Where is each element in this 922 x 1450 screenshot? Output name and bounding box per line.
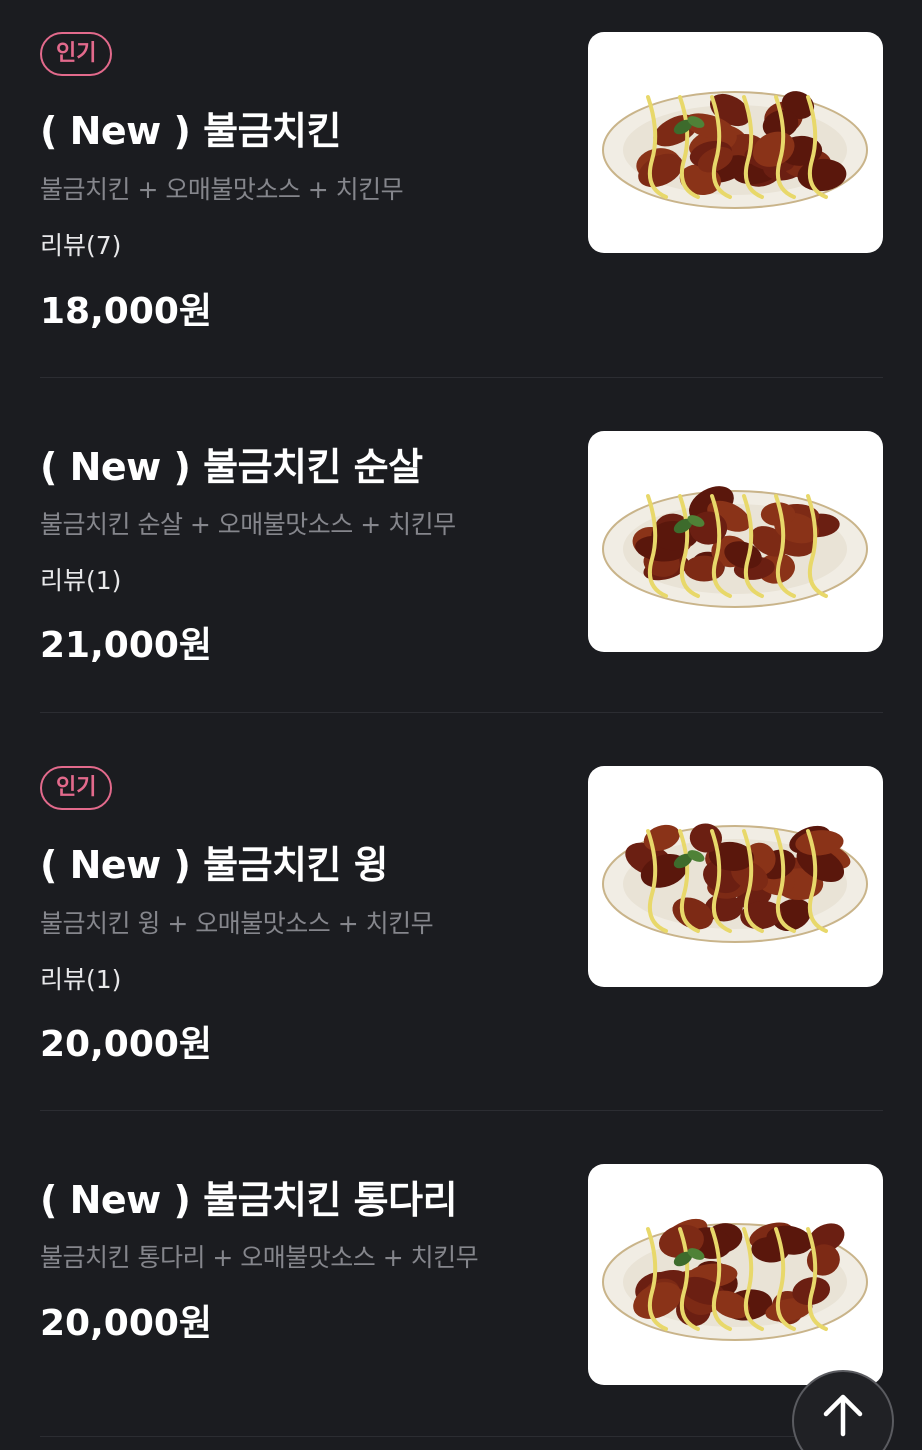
- menu-item-name: ( New ) 불금치킨 순살: [40, 445, 423, 489]
- menu-item-description: 불금치킨 + 오매불맛소스 + 치킨무: [40, 175, 404, 204]
- chicken-plate-image: [602, 1218, 868, 1341]
- menu-item-review-count[interactable]: 리뷰(1): [40, 960, 121, 996]
- menu-item-description: 불금치킨 순살 + 오매불맛소스 + 치킨무: [40, 510, 456, 539]
- menu-item-price: 21,000원: [40, 625, 213, 666]
- menu-item-bulgeum-chicken-wing[interactable]: 인기 ( New ) 불금치킨 윙 불금치킨 윙 + 오매불맛소스 + 치킨무 …: [40, 713, 883, 1111]
- menu-item-description: 불금치킨 윙 + 오매불맛소스 + 치킨무: [40, 909, 434, 938]
- menu-item-bulgeum-chicken-boneless[interactable]: ( New ) 불금치킨 순살 불금치킨 순살 + 오매불맛소스 + 치킨무 리…: [40, 378, 883, 713]
- chicken-plate-image: [602, 823, 868, 943]
- menu-item-bulgeum-chicken[interactable]: 인기 ( New ) 불금치킨 불금치킨 + 오매불맛소스 + 치킨무 리뷰(7…: [40, 0, 883, 378]
- menu-item-image[interactable]: [588, 32, 883, 253]
- menu-item-price: 18,000원: [40, 291, 213, 332]
- menu-item-description: 불금치킨 통다리 + 오매불맛소스 + 치킨무: [40, 1243, 479, 1272]
- menu-item-price: 20,000원: [40, 1303, 213, 1344]
- menu-item-image[interactable]: [588, 1164, 883, 1385]
- menu-item-review-count[interactable]: 리뷰(1): [40, 561, 121, 597]
- menu-item-bulgeum-chicken-drumstick[interactable]: ( New ) 불금치킨 통다리 불금치킨 통다리 + 오매불맛소스 + 치킨무…: [40, 1111, 883, 1437]
- menu-item-name: ( New ) 불금치킨 윙: [40, 843, 389, 887]
- chicken-plate-image: [602, 91, 868, 209]
- menu-item-review-count[interactable]: 리뷰(7): [40, 226, 121, 262]
- popular-badge: 인기: [40, 766, 113, 810]
- menu-item-name: ( New ) 불금치킨 통다리: [40, 1178, 458, 1222]
- menu-item-price: 20,000원: [40, 1024, 213, 1065]
- menu-item-image[interactable]: [588, 431, 883, 652]
- popular-badge: 인기: [40, 32, 113, 76]
- menu-list: 인기 ( New ) 불금치킨 불금치킨 + 오매불맛소스 + 치킨무 리뷰(7…: [0, 0, 922, 1450]
- menu-item-name: ( New ) 불금치킨: [40, 109, 341, 153]
- arrow-up-icon: [823, 1394, 863, 1437]
- menu-item-image[interactable]: [588, 766, 883, 987]
- chicken-plate-image: [602, 486, 868, 608]
